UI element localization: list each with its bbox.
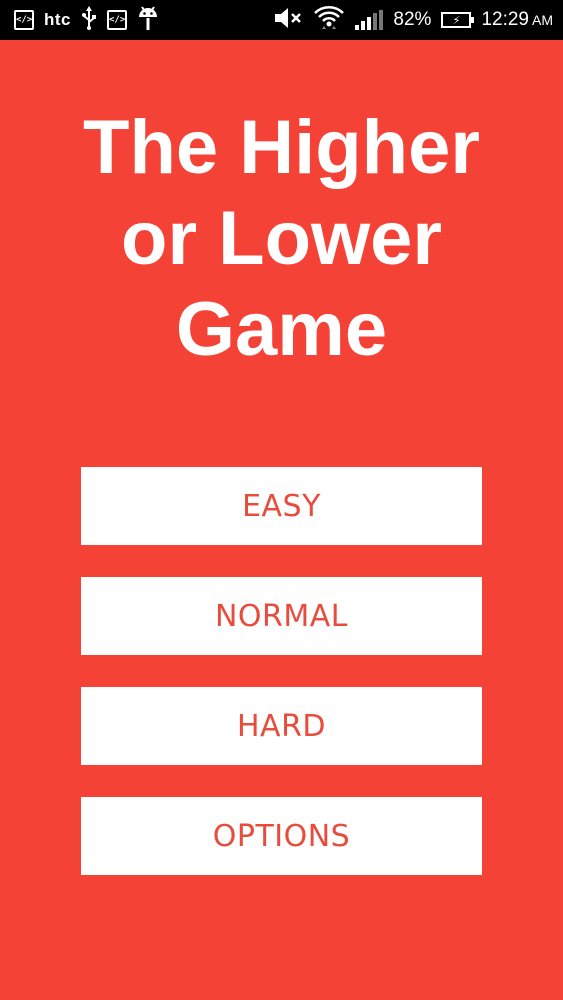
battery-charging-icon: ⚡ (441, 12, 475, 28)
mute-icon (273, 7, 303, 33)
usb-icon (81, 6, 97, 34)
status-bar: </> htc </> 82% ⚡ 12:29 AM (0, 0, 563, 40)
easy-button[interactable]: EASY (81, 467, 482, 545)
status-left: </> htc </> (14, 5, 159, 35)
signal-icon (355, 10, 384, 30)
title-line: The Higher (83, 105, 480, 190)
hard-button[interactable]: HARD (81, 687, 482, 765)
normal-button[interactable]: NORMAL (81, 577, 482, 655)
clock: 12:29 AM (481, 9, 553, 31)
brand-label: htc (44, 10, 71, 29)
android-icon (137, 5, 159, 35)
difficulty-menu: EASY NORMAL HARD OPTIONS (81, 467, 482, 907)
developer-icon: </> (14, 10, 34, 30)
clock-ampm: AM (532, 12, 553, 28)
developer-icon: </> (107, 10, 127, 30)
title-line: or Lower (121, 196, 442, 281)
wifi-icon (313, 4, 345, 36)
status-right: 82% ⚡ 12:29 AM (273, 4, 553, 36)
clock-time: 12:29 (481, 9, 529, 30)
game-title: The Higher or Lower Game (0, 102, 563, 375)
battery-percent: 82% (393, 9, 432, 30)
title-line: Game (175, 287, 388, 372)
options-button[interactable]: OPTIONS (81, 797, 482, 875)
